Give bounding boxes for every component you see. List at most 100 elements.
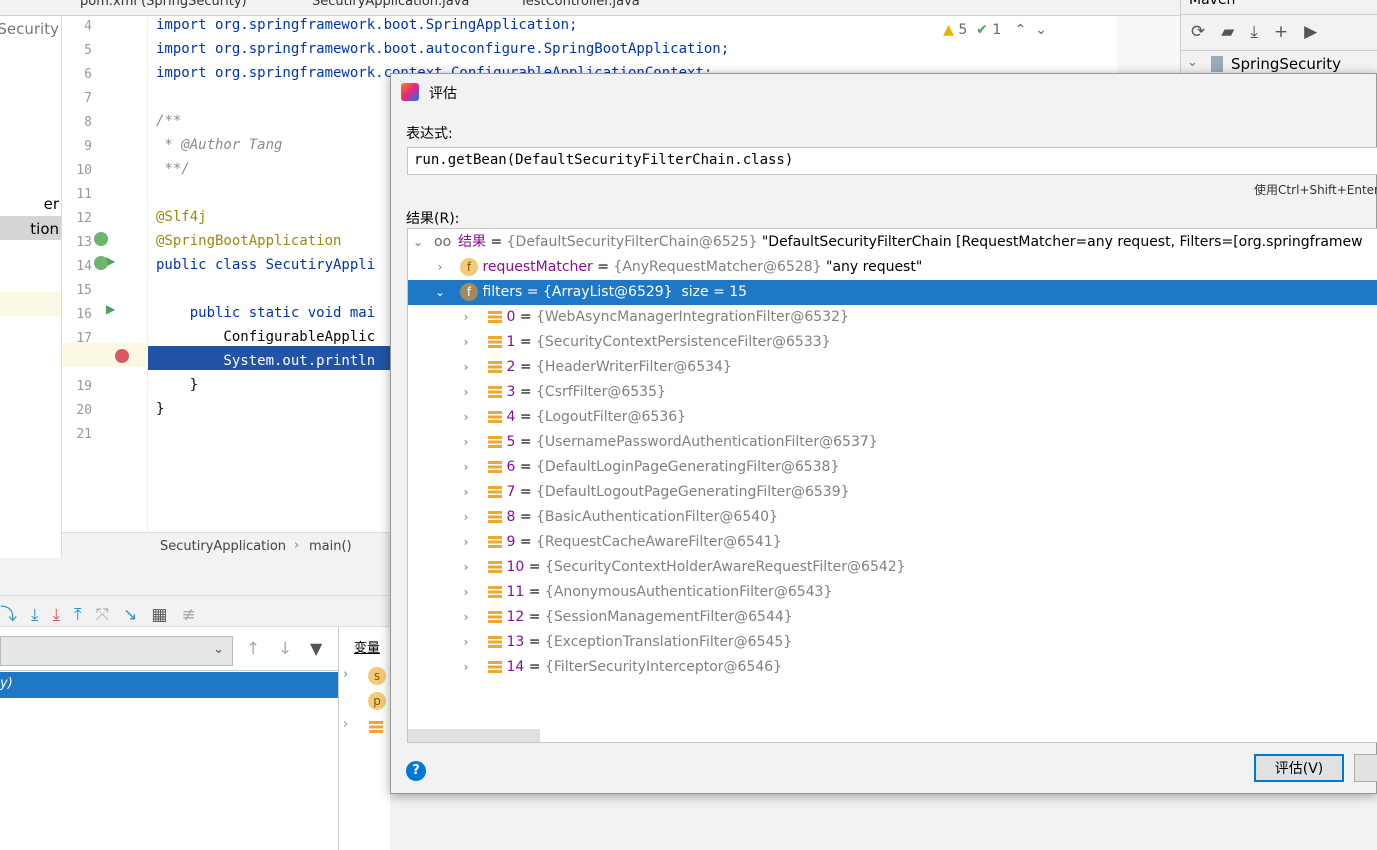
spring-bean-icon[interactable]	[94, 232, 108, 246]
item-value: {LogoutFilter@6536}	[536, 409, 687, 425]
tree-row-filter-item[interactable]: › 12 = {SessionManagementFilter@6544}	[408, 605, 1377, 630]
evaluate-button[interactable]: 评估(V)	[1254, 754, 1344, 782]
tree-row-filter-item[interactable]: › 8 = {BasicAuthenticationFilter@6540}	[408, 505, 1377, 530]
tab-test-controller[interactable]: TestController.java	[520, 0, 640, 14]
chevron-right-icon[interactable]: ›	[460, 330, 472, 355]
tree-row-filter-item[interactable]: › 14 = {FilterSecurityInterceptor@6546}	[408, 655, 1377, 680]
debug-toolbar: ⤵⤓⤓⤒⤧↘▦≢	[0, 595, 390, 627]
editor-tab-bar: pom.xml (SpringSecurity) SecutiryApplica…	[0, 0, 1180, 16]
chevron-down-icon[interactable]: ⌄	[434, 280, 446, 305]
item-value: {ExceptionTranslationFilter@6545}	[544, 634, 793, 650]
next-highlight-icon[interactable]: ⌄	[1035, 22, 1047, 38]
code-line[interactable]: @Slf4j	[156, 209, 207, 225]
code-line[interactable]: public static void mai	[156, 305, 375, 321]
chevron-right-icon[interactable]: ›	[460, 355, 472, 380]
check-icon: ✔	[976, 22, 988, 38]
project-item-selected[interactable]: tion	[30, 220, 59, 238]
maven-toolbar[interactable]: ⟳▰⤓+▶	[1191, 22, 1333, 42]
maven-project[interactable]: SpringSecurity	[1231, 55, 1341, 73]
thread-selector[interactable]: ⌄	[0, 636, 233, 666]
breakpoint-icon[interactable]	[115, 349, 129, 363]
code-line[interactable]: import org.springframework.boot.SpringAp…	[156, 17, 577, 33]
chevron-down-icon[interactable]: ⌄	[412, 230, 424, 255]
spring-bean-icon[interactable]	[94, 256, 108, 270]
tree-row-filter-item[interactable]: › 7 = {DefaultLogoutPageGeneratingFilter…	[408, 480, 1377, 505]
code-line[interactable]: System.out.println	[156, 353, 375, 369]
chevron-down-icon[interactable]: ⌄	[1187, 55, 1198, 70]
project-item[interactable]: er	[44, 195, 59, 213]
chevron-right-icon[interactable]: ›	[460, 505, 472, 530]
tab-secutiry-application[interactable]: SecutiryApplication.java	[312, 0, 469, 14]
tree-row-root[interactable]: ⌄ oo 结果 = {DefaultSecurityFilterChain@65…	[408, 230, 1377, 255]
chevron-right-icon[interactable]: ›	[460, 380, 472, 405]
code-line[interactable]: * @Author Tang	[156, 137, 282, 153]
project-item[interactable]: Security	[0, 20, 59, 38]
item-value: {CsrfFilter@6535}	[536, 384, 666, 400]
tree-row-filters[interactable]: ⌄ f filters = {ArrayList@6529} size = 15	[408, 280, 1377, 305]
prev-highlight-icon[interactable]: ⌃	[1015, 22, 1027, 38]
dialog-title: 评估	[429, 86, 457, 102]
tree-row-filter-item[interactable]: › 6 = {DefaultLoginPageGeneratingFilter@…	[408, 455, 1377, 480]
item-value: {WebAsyncManagerIntegrationFilter@6532}	[536, 309, 849, 325]
list-element-icon	[488, 561, 502, 573]
breadcrumb-class[interactable]: SecutiryApplication	[160, 539, 286, 554]
tree-row-filter-item[interactable]: › 11 = {AnonymousAuthenticationFilter@65…	[408, 580, 1377, 605]
item-index: 11	[506, 584, 525, 600]
chevron-right-icon[interactable]: ›	[460, 655, 472, 680]
tree-row-filter-item[interactable]: › 0 = {WebAsyncManagerIntegrationFilter@…	[408, 305, 1377, 330]
chevron-right-icon[interactable]: ›	[460, 305, 472, 330]
chevron-right-icon[interactable]: ›	[460, 455, 472, 480]
code-line[interactable]: }	[156, 401, 164, 417]
tree-row-filter-item[interactable]: › 3 = {CsrfFilter@6535}	[408, 380, 1377, 405]
chevron-right-icon[interactable]: ›	[460, 555, 472, 580]
expression-input[interactable]: run.getBean(DefaultSecurityFilterChain.c…	[407, 147, 1377, 175]
code-line[interactable]: **/	[156, 161, 189, 177]
code-line[interactable]: /**	[156, 113, 181, 129]
filter-icon[interactable]: ▼	[310, 639, 322, 658]
chevron-right-icon[interactable]: ›	[343, 717, 348, 732]
item-value: {UsernamePasswordAuthenticationFilter@65…	[536, 434, 878, 450]
editor-gutter	[62, 16, 148, 532]
chevron-right-icon[interactable]: ›	[434, 255, 446, 280]
code-line[interactable]: public class SecutiryAppli	[156, 257, 375, 273]
tree-row-filter-item[interactable]: › 5 = {UsernamePasswordAuthenticationFil…	[408, 430, 1377, 455]
chevron-right-icon[interactable]: ›	[460, 405, 472, 430]
close-button[interactable]	[1354, 754, 1377, 782]
tree-row-request-matcher[interactable]: › f requestMatcher = {AnyRequestMatcher@…	[408, 255, 1377, 280]
chevron-right-icon[interactable]: ›	[460, 580, 472, 605]
minimap[interactable]	[1117, 16, 1180, 72]
step-buttons[interactable]: ⤵⤓⤓⤒⤧↘▦≢	[0, 600, 210, 625]
variables-tab[interactable]: 变量	[354, 637, 380, 656]
chevron-right-icon[interactable]: ›	[460, 630, 472, 655]
tree-row-filter-item[interactable]: › 13 = {ExceptionTranslationFilter@6545}	[408, 630, 1377, 655]
run-icon[interactable]: ▶	[106, 302, 115, 316]
help-icon[interactable]: ?	[406, 761, 426, 781]
code-line[interactable]: ConfigurableApplic	[156, 329, 375, 345]
chevron-right-icon[interactable]: ›	[343, 667, 348, 682]
code-line[interactable]: }	[156, 377, 198, 393]
chevron-right-icon[interactable]: ›	[460, 530, 472, 555]
breadcrumb-method[interactable]: main()	[309, 539, 352, 554]
list-element-icon	[488, 661, 502, 673]
frame-selected[interactable]: y)	[0, 672, 338, 698]
inspection-widget[interactable]: ▲ 5 ✔ 1 ⌃ ⌄	[943, 22, 1047, 38]
item-value: {SecurityContextPersistenceFilter@6533}	[536, 334, 831, 350]
tab-pom[interactable]: pom.xml (SpringSecurity)	[80, 0, 247, 14]
chevron-right-icon[interactable]: ›	[460, 480, 472, 505]
list-element-icon	[488, 611, 502, 623]
code-line[interactable]: import org.springframework.boot.autoconf…	[156, 41, 729, 57]
result-tree[interactable]: ⌄ oo 结果 = {DefaultSecurityFilterChain@65…	[407, 228, 1377, 743]
code-line[interactable]: @SpringBootApplication	[156, 233, 341, 249]
tree-row-filter-item[interactable]: › 4 = {LogoutFilter@6536}	[408, 405, 1377, 430]
chevron-right-icon[interactable]: ›	[460, 605, 472, 630]
up-arrow-icon[interactable]: ↑	[246, 639, 260, 659]
tree-row-filter-item[interactable]: › 1 = {SecurityContextPersistenceFilter@…	[408, 330, 1377, 355]
tree-row-filter-item[interactable]: › 9 = {RequestCacheAwareFilter@6541}	[408, 530, 1377, 555]
tree-row-filter-item[interactable]: › 10 = {SecurityContextHolderAwareReques…	[408, 555, 1377, 580]
list-element-icon	[488, 636, 502, 648]
down-arrow-icon[interactable]: ↓	[278, 639, 292, 659]
list-element-icon	[488, 536, 502, 548]
tree-row-filter-item[interactable]: › 2 = {HeaderWriterFilter@6534}	[408, 355, 1377, 380]
horizontal-scrollbar[interactable]	[408, 729, 540, 742]
chevron-right-icon[interactable]: ›	[460, 430, 472, 455]
